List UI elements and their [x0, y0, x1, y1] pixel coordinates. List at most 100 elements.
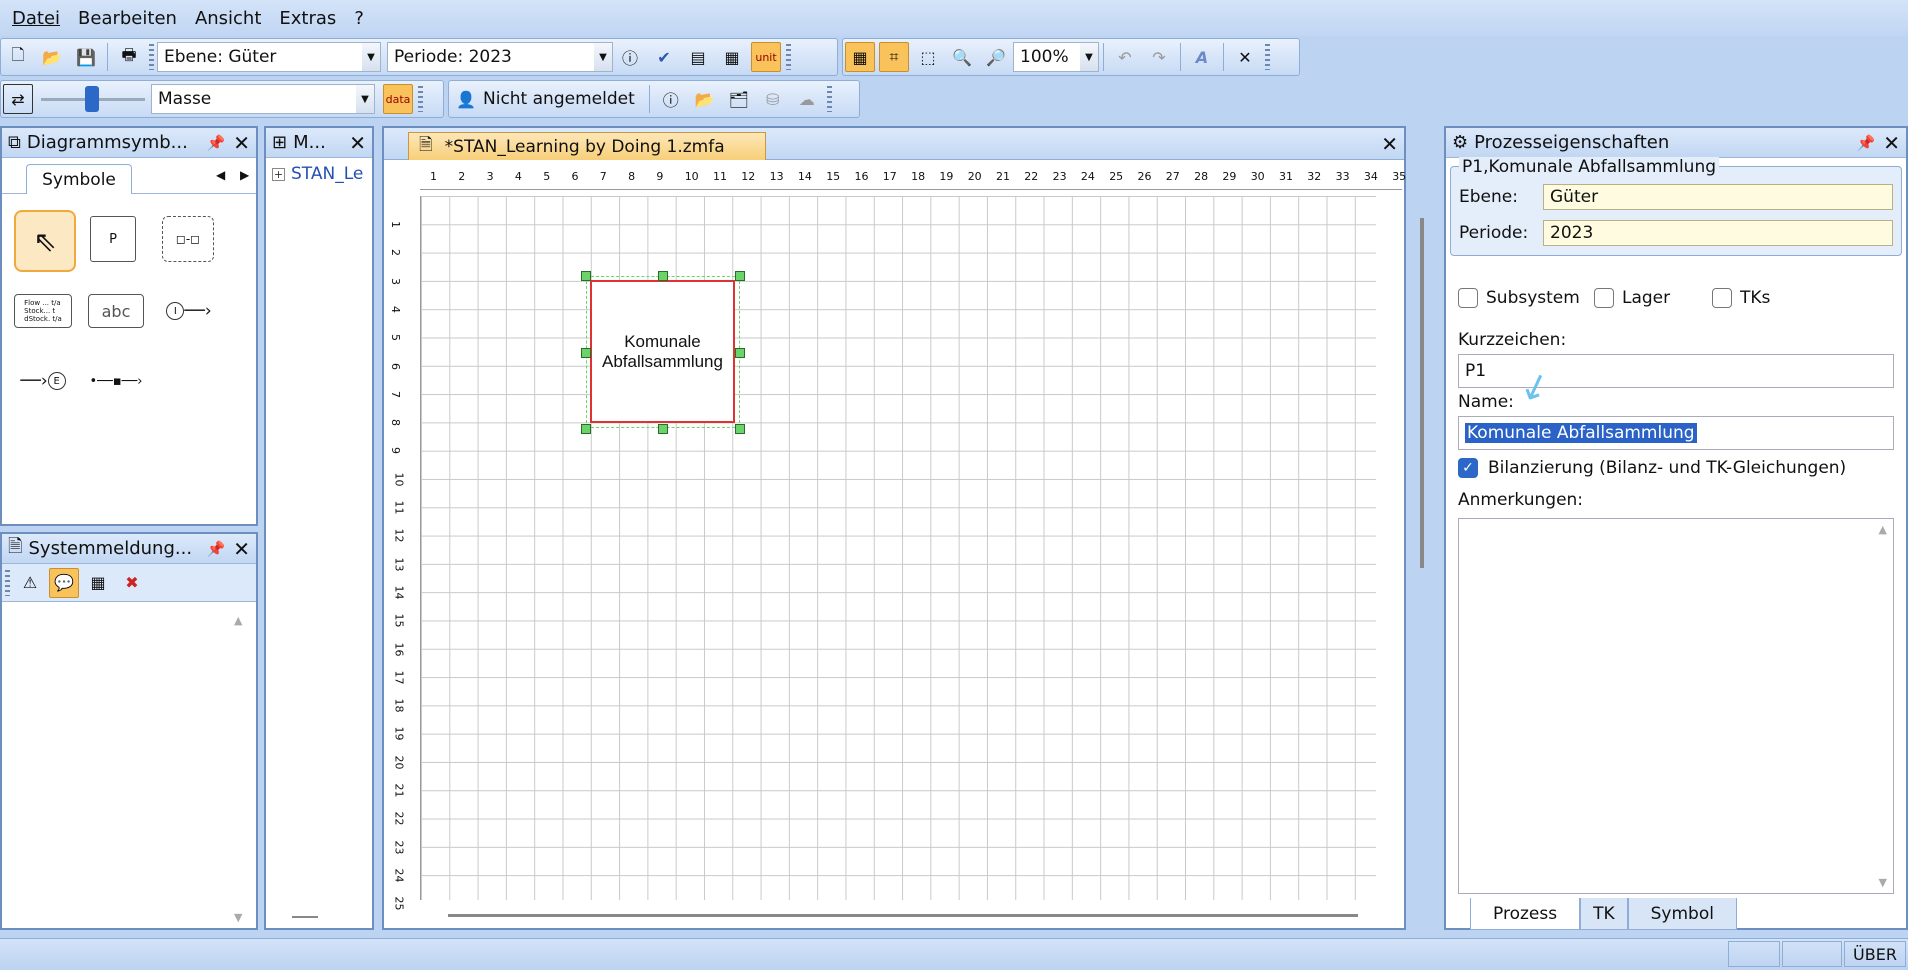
menu-datei[interactable]: Datei — [12, 8, 60, 29]
tab-symbol[interactable]: Symbol — [1627, 898, 1737, 930]
warning-icon[interactable]: ⚠ — [15, 568, 45, 598]
pointer-tool[interactable]: ⇖ — [14, 210, 76, 272]
unit-icon[interactable]: unit — [751, 42, 781, 72]
toolbar-grip[interactable] — [418, 86, 423, 112]
bilanzierung-checkbox[interactable]: ✓ Bilanzierung (Bilanz- und TK-Gleichunge… — [1458, 458, 1846, 478]
folder-share-icon[interactable]: 🗂 — [724, 84, 754, 114]
chevron-down-icon[interactable]: ▼ — [362, 43, 380, 71]
close-icon[interactable]: ✕ — [233, 131, 250, 155]
slider[interactable] — [41, 84, 145, 114]
resize-handle[interactable] — [735, 424, 745, 434]
lager-checkbox[interactable]: Lager — [1594, 288, 1670, 308]
vertical-scrollbar[interactable] — [1420, 218, 1424, 568]
redo-icon[interactable]: ↷ — [1144, 42, 1174, 72]
resize-handle[interactable] — [658, 271, 668, 281]
document-tab[interactable]: 🗎 *STAN_Learning by Doing 1.zmfa — [408, 132, 766, 160]
snap-icon[interactable]: ⌗ — [879, 42, 909, 72]
login-status[interactable]: Nicht angemeldet — [483, 89, 635, 109]
horizontal-scrollbar[interactable] — [448, 914, 1358, 917]
export-tool[interactable]: ──› E — [14, 364, 72, 398]
open-folder-icon[interactable]: 📂 — [37, 42, 67, 72]
flow-label-tool[interactable]: Flow ... t/a Stock... t dStock. t/a — [14, 294, 72, 328]
resize-handle[interactable] — [581, 271, 591, 281]
close-icon[interactable]: ✕ — [1381, 132, 1398, 156]
slider-thumb[interactable] — [85, 86, 99, 112]
resize-handle[interactable] — [581, 424, 591, 434]
tks-box[interactable] — [1712, 288, 1732, 308]
process-tool[interactable]: P — [90, 216, 136, 262]
database-icon[interactable]: ⛁ — [758, 84, 788, 114]
name-input[interactable]: Komunale Abfallsammlung — [1458, 416, 1894, 450]
resize-handle[interactable] — [735, 348, 745, 358]
ebene-select[interactable]: Ebene: Güter ▼ — [157, 42, 381, 72]
toolbar-grip[interactable] — [786, 44, 791, 70]
data-icon[interactable]: data — [383, 84, 413, 114]
close-icon[interactable]: ✕ — [233, 537, 250, 561]
select-area-icon[interactable]: ⬚ — [913, 42, 943, 72]
close-icon[interactable]: ✕ — [1883, 131, 1900, 155]
tks-checkbox[interactable]: TKs — [1712, 288, 1770, 308]
print-icon[interactable]: 🖶 — [114, 42, 144, 72]
text-tool[interactable]: abc — [88, 294, 144, 328]
horizontal-scroll-thumb[interactable] — [292, 916, 318, 918]
periode-select[interactable]: Periode: 2023 ▼ — [387, 42, 613, 72]
pin-icon[interactable]: 📌 — [207, 540, 226, 558]
resize-handle[interactable] — [658, 424, 668, 434]
menu-bearbeiten[interactable]: Bearbeiten — [78, 8, 177, 29]
chevron-down-icon[interactable]: ▼ — [356, 85, 374, 113]
cloud-icon[interactable]: ☁ — [792, 84, 822, 114]
menu-help[interactable]: ? — [354, 8, 364, 29]
chevron-left-icon[interactable]: ◀ — [216, 168, 225, 182]
pin-icon[interactable]: 📌 — [207, 134, 226, 152]
layer-icon[interactable]: ⇄ — [3, 84, 33, 114]
lager-box[interactable] — [1594, 288, 1614, 308]
chevron-down-icon[interactable]: ▼ — [594, 43, 612, 71]
toolbar-grip[interactable] — [1265, 44, 1270, 70]
subsystem-tool[interactable]: ◻-◻ — [162, 216, 214, 262]
process-node[interactable]: Komunale Abfallsammlung — [590, 280, 735, 423]
delete-icon[interactable]: ✕ — [1230, 42, 1260, 72]
menu-extras[interactable]: Extras — [279, 8, 336, 29]
clear-icon[interactable]: ✖ — [117, 568, 147, 598]
new-file-icon[interactable]: 🗋 — [3, 42, 33, 72]
flow-tool[interactable]: •──▪──› — [86, 364, 146, 398]
folder-open-icon[interactable]: 📂 — [690, 84, 720, 114]
scroll-up-icon[interactable]: ▲ — [1879, 523, 1887, 536]
list-icon[interactable]: ▤ — [683, 42, 713, 72]
save-icon[interactable]: 💾 — [71, 42, 101, 72]
chevron-down-icon[interactable]: ▼ — [1080, 43, 1098, 71]
masse-select[interactable]: Masse ▼ — [151, 84, 375, 114]
tab-prozess[interactable]: Prozess — [1470, 898, 1581, 930]
check-icon[interactable]: ✔ — [649, 42, 679, 72]
undo-icon[interactable]: ↶ — [1110, 42, 1140, 72]
anmerkungen-textarea[interactable]: ▲ ▼ — [1458, 518, 1894, 894]
scroll-down-icon[interactable]: ▼ — [234, 911, 242, 924]
user-icon[interactable]: 👤 — [451, 84, 481, 114]
scroll-up-icon[interactable]: ▲ — [234, 614, 242, 627]
scroll-down-icon[interactable]: ▼ — [1879, 876, 1887, 889]
toolbar-grip[interactable] — [5, 569, 10, 596]
expand-icon[interactable]: + — [272, 167, 285, 181]
toolbar-grip[interactable] — [826, 86, 832, 112]
info-icon[interactable]: ⓘ — [656, 84, 686, 114]
table-icon[interactable]: ▦ — [83, 568, 113, 598]
zoom-select[interactable]: 100% ▼ — [1013, 42, 1099, 72]
tree-item[interactable]: + STAN_Le — [266, 158, 372, 190]
pin-icon[interactable]: 📌 — [1857, 134, 1876, 152]
subsystem-checkbox[interactable]: Subsystem — [1458, 288, 1580, 308]
tab-tk[interactable]: TK — [1580, 898, 1628, 930]
tab-symbole[interactable]: Symbole — [26, 164, 132, 194]
check-icon[interactable]: ✓ — [1458, 458, 1478, 478]
resize-handle[interactable] — [735, 271, 745, 281]
calculator-icon[interactable]: ▦ — [717, 42, 747, 72]
canvas[interactable]: Komunale Abfallsammlung — [420, 196, 1376, 900]
close-icon[interactable]: ✕ — [349, 131, 366, 155]
zoom-in-icon[interactable]: 🔎 — [981, 42, 1011, 72]
resize-handle[interactable] — [581, 348, 591, 358]
toolbar-grip[interactable] — [149, 44, 154, 70]
zoom-out-icon[interactable]: 🔍 — [947, 42, 977, 72]
subsystem-box[interactable] — [1458, 288, 1478, 308]
scrollbar[interactable]: ▲ ▼ — [234, 614, 250, 924]
menu-ansicht[interactable]: Ansicht — [195, 8, 261, 29]
speech-bubble-icon[interactable]: 💬 — [49, 567, 79, 598]
